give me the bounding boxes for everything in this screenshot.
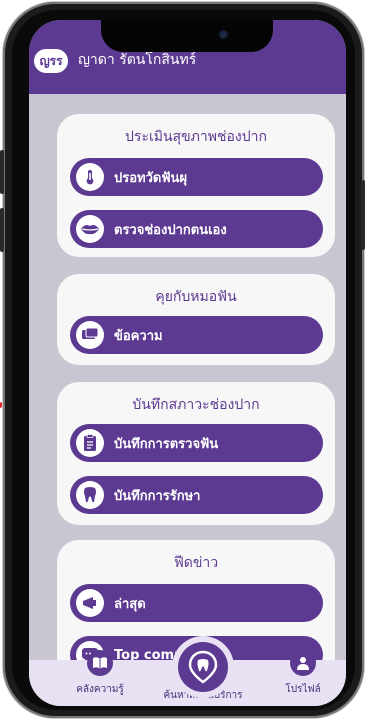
section-title: ฟีดข่าว [173, 555, 219, 571]
phone-power-button [361, 180, 365, 250]
map-pin-tooth-icon [178, 642, 228, 692]
latest-news-button[interactable]: ล่าสุด [70, 584, 323, 622]
front-camera-icon [220, 31, 227, 38]
menu-label: บันทึกการตรวจฟัน [114, 436, 219, 452]
app-logo[interactable]: ญรร [34, 49, 68, 73]
section-card-oral-assessment: ประเมินสุขภาพช่องปาก ปรอทวัดฟันผุ ตรวจช่… [57, 114, 335, 257]
main-content[interactable]: ประเมินสุขภาพช่องปาก ปรอทวัดฟันผุ ตรวจช่… [29, 94, 346, 700]
section-title: คุยกับหมอฟัน [155, 289, 237, 305]
phone-notch [101, 20, 273, 52]
tooth-icon [76, 481, 104, 509]
section-title: บันทึกสภาวะช่องปาก [132, 397, 260, 413]
phone-side-button [0, 150, 4, 194]
dental-caries-thermometer-button[interactable]: ปรอทวัดฟันผุ [70, 158, 323, 196]
profile-icon [290, 650, 316, 676]
clipboard-icon [76, 429, 104, 457]
chat-messages-icon [76, 321, 104, 349]
nav-label: คลังความรู้ [76, 684, 124, 695]
nav-label: โปรไฟล์ [285, 684, 321, 695]
self-oral-exam-button[interactable]: ตรวจช่องปากตนเอง [70, 210, 323, 248]
section-title: ประเมินสุขภาพช่องปาก [125, 129, 267, 145]
lips-icon [76, 215, 104, 243]
dental-exam-record-button[interactable]: บันทึกการตรวจฟัน [70, 424, 323, 462]
section-card-oral-records: บันทึกสภาวะช่องปาก บันทึกการตรวจฟัน บันท… [57, 382, 335, 525]
book-icon [87, 650, 113, 676]
menu-label: ตรวจช่องปากตนเอง [114, 222, 227, 238]
find-service-button[interactable] [172, 636, 234, 698]
menu-label: ข้อความ [114, 328, 163, 344]
phone-side-button [0, 208, 4, 252]
menu-label: ปรอทวัดฟันผุ [114, 170, 188, 186]
app-screen: ญรร ญาดา รัตนโกสินทร์ ประเมินสุขภาพช่องป… [29, 20, 346, 706]
user-name: ญาดา รัตนโกสินทร์ [78, 52, 197, 68]
nav-knowledge-library[interactable]: คลังความรู้ [65, 650, 135, 697]
section-card-talk-dentist: คุยกับหมอฟัน ข้อความ [57, 274, 335, 365]
megaphone-icon [76, 589, 104, 617]
messages-button[interactable]: ข้อความ [70, 316, 323, 354]
menu-label: บันทึกการรักษา [114, 488, 201, 504]
treatment-record-button[interactable]: บันทึกการรักษา [70, 476, 323, 514]
nav-profile[interactable]: โปรไฟล์ [275, 650, 331, 697]
thermometer-icon [76, 163, 104, 191]
menu-label: ล่าสุด [114, 596, 146, 612]
